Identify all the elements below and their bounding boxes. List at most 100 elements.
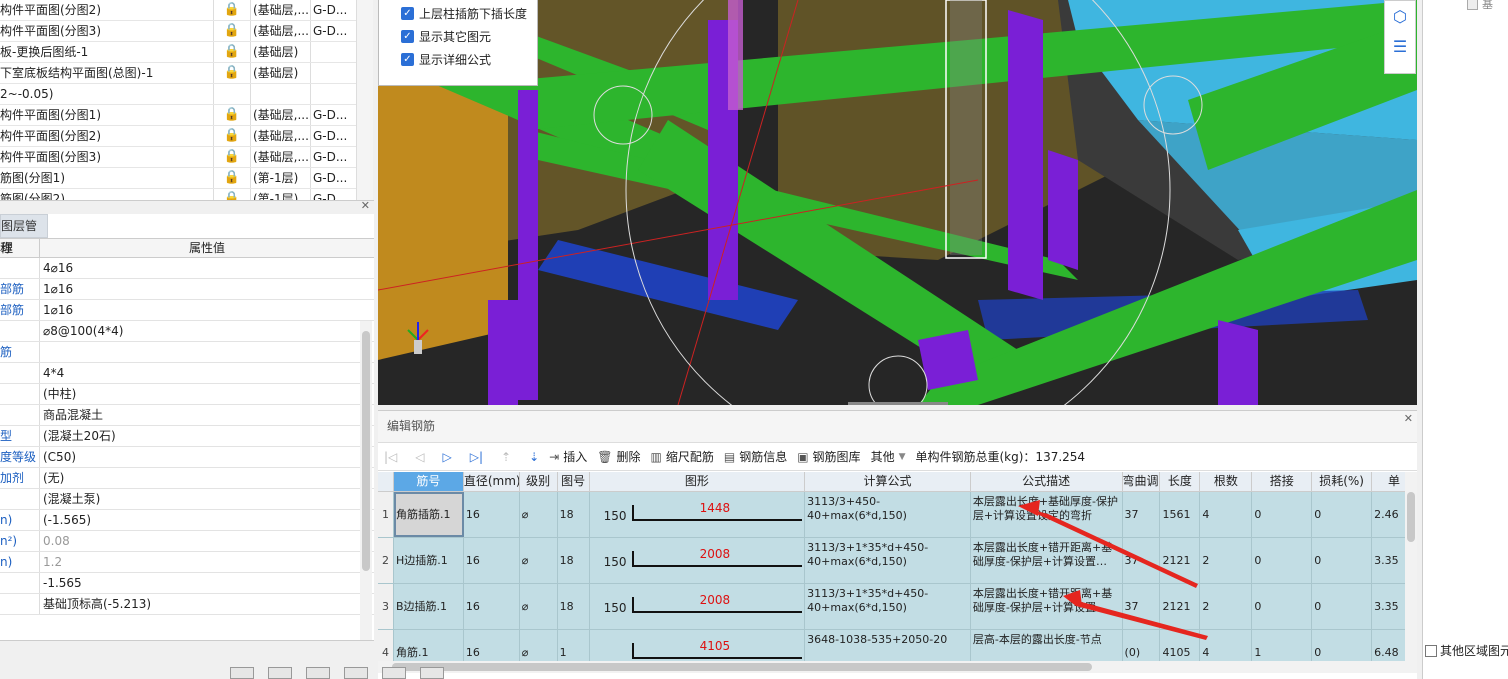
cell-name[interactable]: B边插筋.1 [393,584,464,629]
property-row[interactable]: 4⌀16 [0,258,374,279]
status-button[interactable] [382,667,406,679]
lock-icon[interactable]: 🔒 [213,126,250,146]
cell-loss[interactable]: 0 [1312,538,1373,583]
other-menu-button[interactable]: 其他 ▼ [871,448,906,465]
property-row[interactable]: 加剂 (无) [0,468,374,489]
rebar-info-button[interactable]: ▤ 钢筋信息 [724,448,787,465]
cell-lap[interactable]: 1 [1252,630,1313,661]
cell-formula[interactable]: 3113/3+1*35*d+450-40+max(6*d,150) [805,538,971,583]
property-value[interactable]: 商品混凝土 [40,405,374,425]
other-region-checkbox[interactable]: 其他区域图元 [1425,642,1508,659]
table-row[interactable]: 3 B边插筋.1 16 ⌀ 18 150 2008 3113/3+1*35*d+450-… [378,584,1417,630]
column-header[interactable]: 搭接 [1252,472,1313,491]
drawing-list-item[interactable]: 下室底板结构平面图(总图)-1 🔒 (基础层) [0,63,356,84]
status-button[interactable] [306,667,330,679]
view-option[interactable]: ✓ 显示其它图元 [401,25,537,48]
cell-loss[interactable]: 0 [1312,492,1373,537]
row-number[interactable]: 4 [378,630,394,661]
checkbox-icon[interactable] [1467,0,1478,10]
cell-fig[interactable]: 1 [558,630,590,661]
scroll-thumb[interactable] [392,663,1092,671]
column-header[interactable]: 级别 [520,472,558,491]
table-row[interactable]: 2 H边插筋.1 16 ⌀ 18 150 2008 3113/3+1*35*d+450-… [378,538,1417,584]
property-row[interactable]: n) 1.2 [0,552,374,573]
tab-layer-management[interactable]: 图层管理 [0,214,48,255]
property-value[interactable]: 1.2 [40,552,374,572]
cell-lap[interactable]: 0 [1252,584,1313,629]
column-header[interactable]: 长度 [1160,472,1201,491]
properties-scrollbar[interactable] [360,321,372,641]
column-header[interactable]: 计算公式 [805,472,971,491]
cell-formula[interactable]: 3113/3+450-40+max(6*d,150) [805,492,971,537]
cell-dia[interactable]: 16 [464,492,520,537]
cell-name[interactable]: 角筋插筋.1 [393,492,464,537]
rebar-shape-cell[interactable]: 150 2008 [590,584,806,629]
property-value[interactable]: (混凝土泵) [40,489,374,509]
property-row[interactable]: 基础顶标高(-5.213) [0,594,374,615]
property-row[interactable]: 4*4 [0,363,374,384]
insert-button[interactable]: ⇥ 插入 [549,448,587,465]
property-value[interactable]: 基础顶标高(-5.213) [40,594,374,614]
view-option[interactable]: ✓ 上层柱插筋下插长度 [401,2,537,25]
move-down-icon[interactable]: ⇣ [529,450,539,464]
checkbox-checked-icon[interactable]: ✓ [401,53,414,66]
prev-icon[interactable]: ◁ [415,450,424,464]
lock-icon[interactable]: 🔒 [213,0,250,20]
property-row[interactable]: 部筋 1⌀16 [0,279,374,300]
last-icon[interactable]: ▷| [470,450,483,464]
cell-grade[interactable]: ⌀ [520,492,558,537]
rebar-shape-cell[interactable]: 150 1448 [590,492,806,537]
property-row[interactable]: 部筋 1⌀16 [0,300,374,321]
list-settings-icon[interactable]: ☰ [1385,31,1415,61]
cube-view-icon[interactable]: ⬡ [1385,1,1415,31]
drawing-list-scrollbar[interactable] [356,0,373,200]
move-up-icon[interactable]: ⇡ [501,450,511,464]
property-row[interactable]: -1.565 [0,573,374,594]
column-header[interactable]: 图号 [558,472,590,491]
cell-formula[interactable]: 3648-1038-535+2050-20 [805,630,971,661]
close-icon[interactable]: ✕ [1404,404,1413,434]
first-icon[interactable]: |◁ [384,450,397,464]
cell-grade[interactable]: ⌀ [520,630,558,661]
scroll-thumb[interactable] [362,331,370,571]
property-row[interactable]: 筋 [0,342,374,363]
cell-grade[interactable]: ⌀ [520,584,558,629]
column-header[interactable]: 弯曲调整 [1123,472,1161,491]
checkbox-icon[interactable] [1425,644,1437,657]
column-header[interactable]: 根数 [1200,472,1253,491]
property-row[interactable]: (混凝土泵) [0,489,374,510]
lock-icon[interactable]: 🔒 [213,21,250,41]
lock-icon[interactable]: 🔒 [213,168,250,188]
close-icon[interactable]: ✕ [361,199,370,212]
lock-icon[interactable]: 🔒 [213,105,250,125]
checkbox-checked-icon[interactable]: ✓ [401,30,414,43]
property-value[interactable]: (无) [40,468,374,488]
rebar-library-button[interactable]: ▣ 钢筋图库 [797,448,860,465]
scale-rebar-button[interactable]: ▥ 缩尺配筋 [650,448,713,465]
status-button[interactable] [268,667,292,679]
lock-icon[interactable]: 🔒 [213,147,250,167]
status-button[interactable] [344,667,368,679]
table-row[interactable]: 1 角筋插筋.1 16 ⌀ 18 150 1448 3113/3+450-40+max(… [378,492,1417,538]
checkbox-checked-icon[interactable]: ✓ [401,7,414,20]
property-row[interactable]: n) (-1.565) [0,510,374,531]
property-value[interactable]: 4*4 [40,363,374,383]
cell-fig[interactable]: 18 [558,584,590,629]
cell-fig[interactable]: 18 [558,538,590,583]
lock-icon[interactable]: 🔒 [213,189,250,200]
drawing-list-item[interactable]: 2~-0.05) [0,84,356,105]
property-value[interactable]: -1.565 [40,573,374,593]
delete-button[interactable]: 🗑 删除 [597,448,640,465]
cell-grade[interactable]: ⌀ [520,538,558,583]
next-icon[interactable]: ▷ [443,450,452,464]
status-button[interactable] [420,667,444,679]
grid-horizontal-scrollbar[interactable] [378,661,1417,673]
column-header[interactable]: 筋号 [393,472,464,491]
drawing-list-item[interactable]: 板-更换后图纸-1 🔒 (基础层) [0,42,356,63]
row-number[interactable]: 1 [378,492,394,537]
property-value[interactable]: (中柱) [40,384,374,404]
cell-dia[interactable]: 16 [464,584,520,629]
column-header[interactable]: 损耗(%) [1312,472,1373,491]
drawing-list-item[interactable]: 构件平面图(分图2) 🔒 (基础层,... G-D... [0,0,356,21]
property-row[interactable]: ⌀8@100(4*4) [0,321,374,342]
